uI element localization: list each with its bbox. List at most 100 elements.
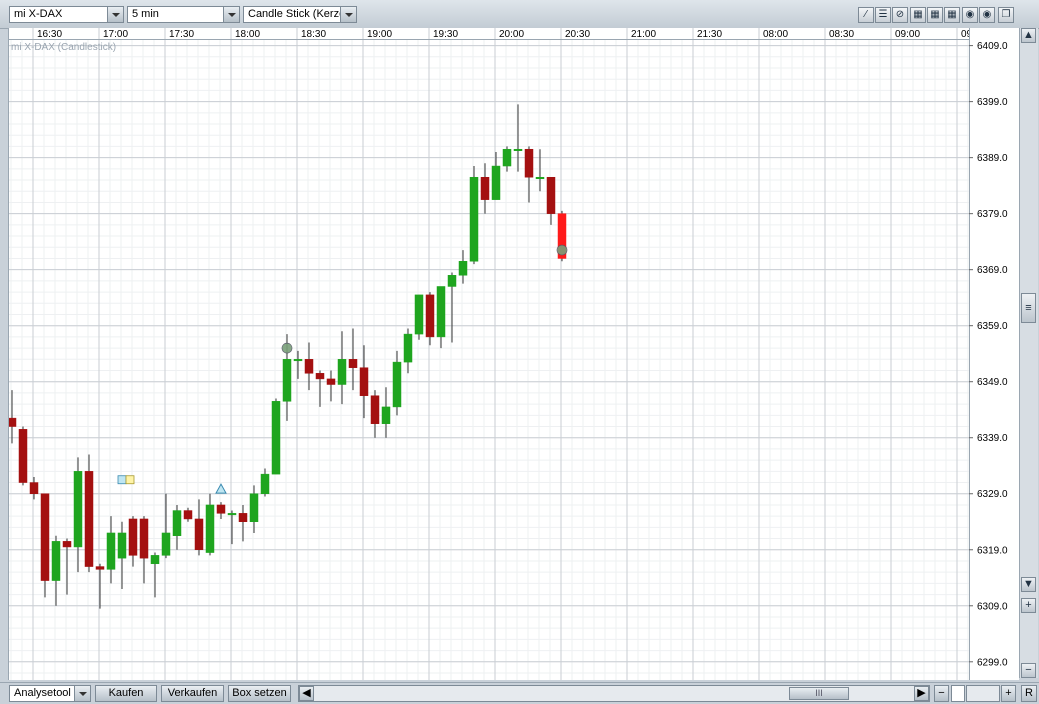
candle-body [458,261,468,276]
kaufen-button[interactable]: Kaufen [95,685,157,702]
zoom-minus-button[interactable]: − [934,685,949,702]
horizontal-lines-icon[interactable]: ☰ [875,7,891,23]
candle-body [106,532,116,570]
candle-body [128,518,138,556]
zoom-out-icon[interactable]: ◉ [962,7,978,23]
x-tick-label: 18:30 [301,29,326,40]
candle [95,563,105,609]
zoom-in-icon[interactable]: ◉ [979,7,995,23]
candle-body [304,359,314,374]
scroll-up-button[interactable]: ▲ [1021,28,1036,43]
candle-body [62,541,72,548]
instrument-dropdown[interactable]: mi X-DAX [9,6,124,23]
interval-dropdown[interactable]: 5 min [127,6,240,23]
scroll-right-icon[interactable]: ▶ [914,686,929,701]
marker-circle [556,244,568,256]
grid-dense-icon[interactable]: ▦ [927,7,943,23]
candle-body [271,401,281,475]
chart-area[interactable]: 16:30 17:00 17:30 18:00 18:30 19:00 19:30 20:00… [0,28,1019,680]
chevron-down-icon[interactable] [107,7,123,22]
analysetool-label: Analysetool [14,687,71,699]
candle [139,516,149,584]
candle [458,250,468,284]
candle [249,485,259,533]
candle [359,345,369,419]
chevron-down-icon[interactable] [223,7,239,22]
marker-box [125,475,135,485]
candle-body [425,294,435,338]
zoom-slider-track[interactable] [951,685,965,702]
reset-button[interactable]: R [1021,685,1037,702]
candle-body [535,176,545,179]
candle [238,504,248,542]
candle [183,507,193,522]
y-tick-label: 6299.0 [977,657,1008,668]
grid-fine-icon[interactable]: ▦ [944,7,960,23]
candle [535,149,545,192]
candle [271,398,281,475]
scroll-down-button[interactable]: ▼ [1021,577,1036,592]
instrument-label: mi X-DAX [14,8,63,20]
candle-body [546,176,556,214]
candle-body [183,510,193,520]
candle-body [216,504,226,514]
candle-body [359,367,369,396]
candle-body [117,532,127,559]
zoom-plus-button[interactable]: + [1001,685,1016,702]
chart-type-dropdown[interactable]: Candle Stick (Kerze [243,6,357,23]
x-tick-label: 17:00 [103,29,128,40]
y-tick-label: 6389.0 [977,153,1008,164]
candle [447,272,457,343]
y-tick-label: 6339.0 [977,433,1008,444]
y-tick-label: 6399.0 [977,97,1008,108]
y-tick-label: 6369.0 [977,265,1008,276]
candle-body [469,176,479,262]
erase-icon[interactable]: ⊘ [892,7,908,23]
horizontal-scroll-thumb[interactable]: III [789,687,849,700]
candlestick-chart[interactable]: 16:30 17:00 17:30 18:00 18:30 19:00 19:30 20:00… [0,28,1019,680]
horizontal-scrollbar[interactable]: ◀ III ▶ [298,685,930,702]
x-tick-label: 08:30 [829,29,854,40]
chevron-down-icon[interactable] [74,686,90,701]
analysetool-dropdown[interactable]: Analysetool [9,685,91,702]
candle-body [73,471,83,548]
vertical-scroll-thumb[interactable]: ≡ [1021,293,1036,323]
candle-body [194,518,204,551]
y-tick-label: 6349.0 [977,377,1008,388]
vertical-zoom-in-button[interactable]: + [1021,598,1036,613]
candle-body [249,493,259,523]
candle-body [447,275,457,287]
verkaufen-button[interactable]: Verkaufen [161,685,224,702]
candle [62,538,72,595]
x-tick-label: 08:00 [763,29,788,40]
candle [315,370,325,407]
chevron-down-icon[interactable] [340,7,356,22]
interval-label: 5 min [132,8,159,20]
vertical-zoom-out-button[interactable]: − [1021,663,1036,678]
box-setzen-button[interactable]: Box setzen [228,685,291,702]
candle-body [524,148,534,178]
zoom-slider-thumb[interactable] [966,685,1000,702]
draw-line-icon[interactable]: ⁄ [858,7,874,23]
plus-icon: + [1025,599,1032,611]
candle-body [414,294,424,335]
candle-body [95,566,105,570]
candle [7,390,17,444]
arrow-down-icon: ▼ [1023,578,1034,590]
major-grid [9,28,969,680]
candle [326,370,336,402]
y-tick-label: 6379.0 [977,209,1008,220]
marker-box [117,475,127,485]
y-axis-background [969,28,1019,680]
arrow-up-icon: ▲ [1023,29,1034,41]
candle [161,493,171,559]
scroll-left-icon[interactable]: ◀ [299,686,314,701]
y-tick-label: 6329.0 [977,489,1008,500]
grid-icon[interactable]: ▦ [910,7,926,23]
candle [524,146,534,203]
candle [348,328,358,391]
window-icon[interactable]: ❐ [998,7,1014,23]
candle-body [18,429,28,483]
candle [304,342,314,391]
vertical-scrollbar[interactable]: ▲ ≡ ▼ + − [1019,28,1038,678]
